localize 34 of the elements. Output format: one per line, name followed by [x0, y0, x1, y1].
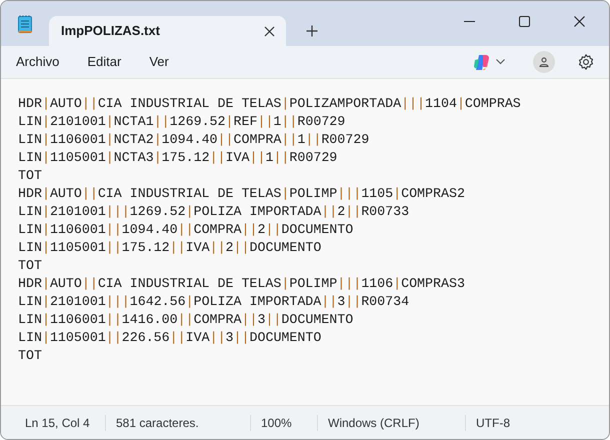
encoding[interactable]: UTF-8	[476, 416, 510, 430]
text-line: LIN|1105001|NCTA3|175.12||IVA||1||R00729	[18, 149, 338, 167]
line-ending[interactable]: Windows (CRLF)	[328, 416, 420, 430]
copilot-icon[interactable]	[473, 54, 490, 70]
text-line: TOT	[18, 347, 43, 365]
zoom-level[interactable]: 100%	[261, 416, 292, 430]
text-line: LIN|1106001|NCTA2|1094.40||COMPRA||1||R00729	[18, 131, 370, 149]
text-line: LIN|1105001||175.12||IVA||2||DOCUMENTO	[18, 239, 322, 257]
text-line: HDR|AUTO||CIA INDUSTRIAL DE TELAS|POLIMP|||1105|COMPRAS2	[18, 185, 466, 203]
character-count[interactable]: 581 caracteres.	[116, 416, 199, 430]
maximize-icon[interactable]	[519, 16, 530, 26]
cursor-position: Ln 15, Col 4	[25, 416, 90, 430]
text-line: LIN|2101001|||1269.52|POLIZA IMPORTADA||2||R00733	[18, 203, 410, 221]
text-line: LIN|1105001||226.56||IVA||3||DOCUMENTO	[18, 329, 322, 347]
close-tab-icon[interactable]	[262, 24, 276, 38]
menu-item[interactable]: Archivo	[7, 48, 68, 76]
text-line: LIN|1106001||1094.40||COMPRA||2||DOCUMENTO	[18, 221, 354, 239]
text-line: LIN|1106001||1416.00||COMPRA||3||DOCUMENTO	[18, 311, 354, 329]
text-line: LIN|2101001|||1642.56|POLIZA IMPORTADA||3||R00734	[18, 293, 410, 311]
text-line: HDR|AUTO||CIA INDUSTRIAL DE TELAS|POLIMP|||1106|COMPRAS3	[18, 275, 466, 293]
tab-title: ImpPOLIZAS.txt	[61, 22, 161, 40]
text-line: TOT	[18, 167, 43, 185]
menu-item[interactable]: Editar	[78, 48, 130, 76]
text-line: TOT	[18, 257, 43, 275]
text-line: LIN|2101001|NCTA1||1269.52|REF||1||R00729	[18, 113, 346, 131]
document-tab[interactable]: ImpPOLIZAS.txt	[49, 16, 286, 46]
close-icon[interactable]	[574, 16, 585, 26]
caret-icon[interactable]	[496, 59, 505, 65]
text-line: HDR|AUTO||CIA INDUSTRIAL DE TELAS|POLIZAMPORTADA|||1104|COMPRAS	[18, 95, 522, 113]
menu-item[interactable]: Ver	[140, 48, 178, 76]
account-icon[interactable]	[533, 51, 555, 73]
settings-icon[interactable]	[578, 54, 594, 70]
notepad-icon	[18, 14, 32, 32]
new-tab-icon[interactable]	[306, 25, 318, 37]
